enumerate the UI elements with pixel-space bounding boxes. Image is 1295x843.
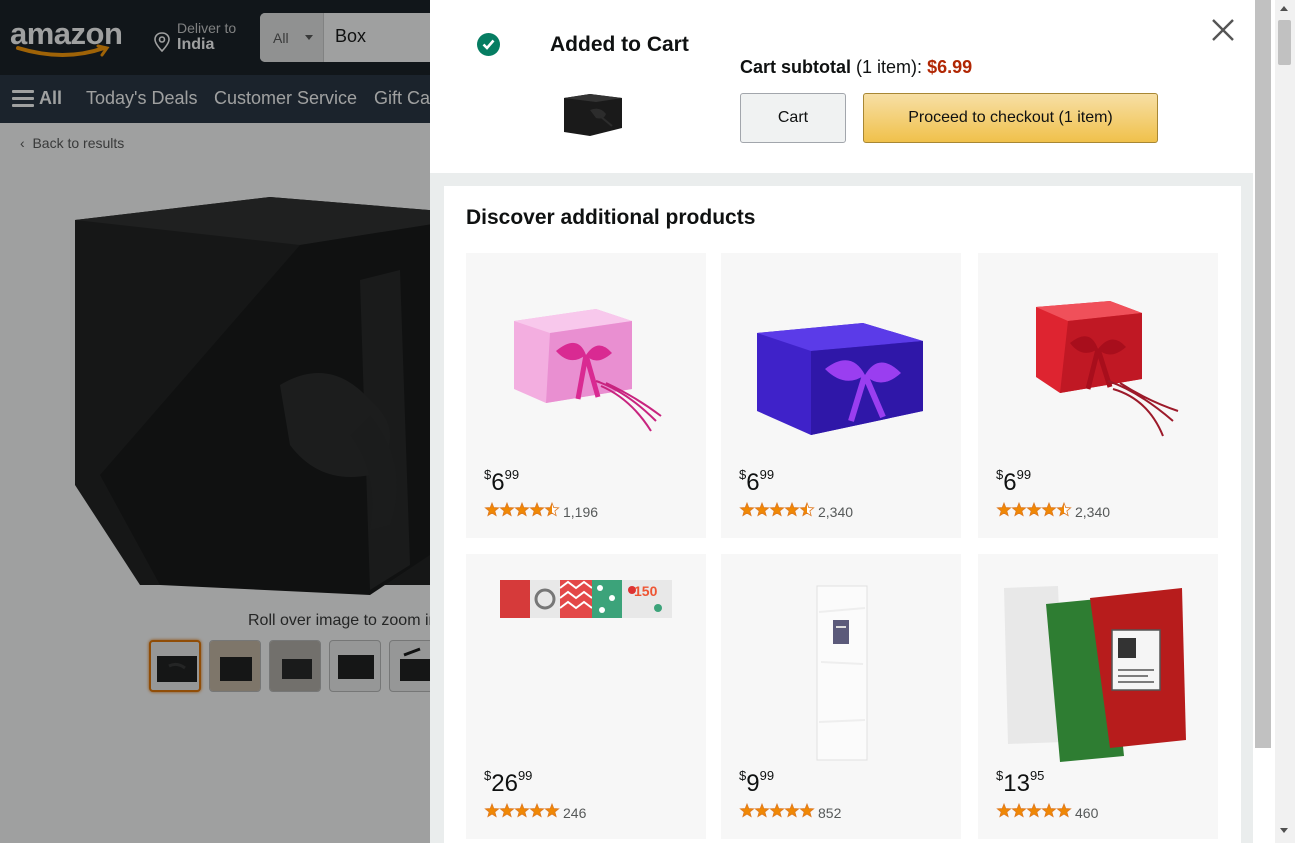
star-icon <box>1011 803 1027 818</box>
star-icon <box>529 803 545 818</box>
page-scrollbar-thumb[interactable] <box>1278 20 1291 65</box>
go-to-cart-button[interactable]: Cart <box>740 93 846 143</box>
product-price: $2699 <box>484 768 533 797</box>
star-icon <box>484 803 500 818</box>
product-card[interactable]: $699 1,196 <box>466 253 706 538</box>
success-check-icon <box>477 33 500 56</box>
added-to-cart-title: Added to Cart <box>550 33 689 56</box>
review-count[interactable]: 460 <box>1075 805 1098 821</box>
product-price: $1395 <box>996 768 1045 797</box>
star-rating-icon <box>996 803 1072 818</box>
page-scrollbar-track[interactable] <box>1275 0 1295 843</box>
star-icon <box>1011 502 1027 517</box>
product-image <box>1036 301 1179 437</box>
star-icon <box>754 803 770 818</box>
star-rating-icon <box>739 803 815 818</box>
subtotal-label: Cart subtotal <box>740 57 852 77</box>
scroll-up-arrow-icon[interactable] <box>1280 6 1288 11</box>
product-image <box>1004 586 1186 762</box>
subtotal-item-count: (1 item): <box>856 57 923 77</box>
review-count[interactable]: 2,340 <box>818 504 853 520</box>
star-icon <box>1041 502 1057 517</box>
star-icon <box>799 803 815 818</box>
panel-scrollbar-thumb[interactable] <box>1255 0 1271 748</box>
review-count[interactable]: 1,196 <box>563 504 598 520</box>
star-icon <box>996 502 1012 517</box>
review-count[interactable]: 246 <box>563 805 586 821</box>
star-icon <box>544 502 560 517</box>
star-icon <box>484 502 500 517</box>
star-icon <box>739 502 755 517</box>
star-icon <box>784 502 800 517</box>
review-count[interactable]: 2,340 <box>1075 504 1110 520</box>
added-to-cart-panel: Added to Cart Cart subtotal (1 item): $6… <box>430 0 1253 843</box>
product-card[interactable]: $699 2,340 <box>978 253 1218 538</box>
star-icon <box>1026 803 1042 818</box>
product-card[interactable]: $699 2,340 <box>721 253 961 538</box>
subtotal-price: $6.99 <box>927 57 973 77</box>
product-image: 150 <box>500 580 672 618</box>
svg-text:150: 150 <box>634 583 658 599</box>
star-icon <box>739 803 755 818</box>
product-image <box>514 309 662 432</box>
product-image <box>757 323 923 435</box>
product-price: $699 <box>996 467 1032 496</box>
discover-title: Discover additional products <box>466 206 756 229</box>
product-card[interactable]: 150 $2699 246 <box>466 554 706 839</box>
star-icon <box>529 502 545 517</box>
review-count[interactable]: 852 <box>818 805 841 821</box>
product-price: $999 <box>739 768 775 797</box>
star-icon <box>1056 502 1072 517</box>
product-price: $699 <box>739 467 775 496</box>
star-icon <box>514 803 530 818</box>
product-image <box>816 585 868 761</box>
product-price: $699 <box>484 467 520 496</box>
star-icon <box>996 803 1012 818</box>
added-item-thumbnail[interactable] <box>560 88 626 140</box>
star-icon <box>544 803 560 818</box>
proceed-to-checkout-button[interactable]: Proceed to checkout (1 item) <box>863 93 1158 143</box>
star-icon <box>1056 803 1072 818</box>
cart-subtotal: Cart subtotal (1 item): $6.99 <box>740 57 972 78</box>
star-icon <box>1026 502 1042 517</box>
star-icon <box>514 502 530 517</box>
page-root: amazon Deliver to India All Box All Toda… <box>0 0 1295 843</box>
star-icon <box>769 803 785 818</box>
star-icon <box>769 502 785 517</box>
discover-products-section: Discover additional products $699 1,196 <box>444 186 1241 843</box>
star-icon <box>754 502 770 517</box>
close-icon[interactable] <box>1209 16 1237 44</box>
star-icon <box>799 502 815 517</box>
star-rating-icon <box>996 502 1072 517</box>
star-icon <box>499 502 515 517</box>
star-icon <box>784 803 800 818</box>
star-rating-icon <box>484 803 560 818</box>
product-card[interactable]: $1395 460 <box>978 554 1218 839</box>
product-card[interactable]: $999 852 <box>721 554 961 839</box>
star-rating-icon <box>484 502 560 517</box>
scroll-down-arrow-icon[interactable] <box>1280 828 1288 833</box>
star-icon <box>1041 803 1057 818</box>
star-icon <box>499 803 515 818</box>
panel-scrollbar[interactable] <box>1253 0 1295 843</box>
star-rating-icon <box>739 502 815 517</box>
panel-header: Added to Cart Cart subtotal (1 item): $6… <box>430 0 1253 173</box>
